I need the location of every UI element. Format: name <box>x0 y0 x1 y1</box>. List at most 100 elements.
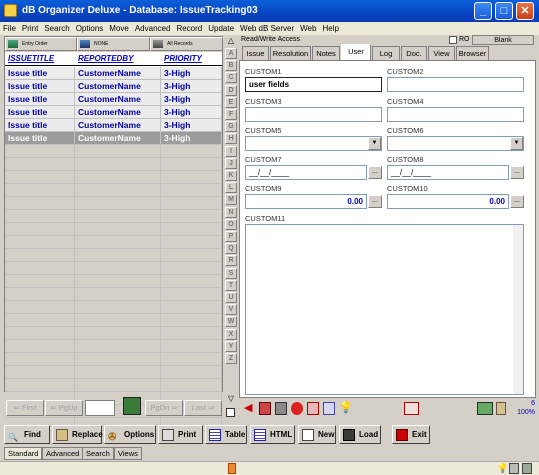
copy-record-icon[interactable] <box>291 402 303 415</box>
alpha-button-e[interactable]: E <box>225 96 237 108</box>
table-row[interactable] <box>5 184 222 197</box>
alpha-button-o[interactable]: O <box>225 218 237 230</box>
all-records-button[interactable]: All Records <box>150 37 223 51</box>
last-button[interactable]: Last ⇒ <box>184 400 222 416</box>
custom4-field[interactable] <box>387 107 524 122</box>
custom2-field[interactable] <box>387 77 524 92</box>
tab-browser[interactable]: Browser <box>456 46 489 61</box>
tab-issue[interactable]: Issue <box>242 46 269 61</box>
calculator-button[interactable]: ... <box>510 195 524 208</box>
table-row[interactable]: Issue title CustomerName 3-High <box>5 93 222 106</box>
alpha-button-g[interactable]: G <box>225 121 237 133</box>
menu-file[interactable]: File <box>0 22 19 35</box>
first-button[interactable]: ⇐ First <box>6 400 44 416</box>
table-row[interactable]: Issue title CustomerName 3-High <box>5 106 222 119</box>
table-button[interactable]: Table <box>205 425 247 444</box>
table-row[interactable] <box>5 327 222 340</box>
menu-search[interactable]: Search <box>41 22 72 35</box>
chevron-down-icon[interactable]: ▼ <box>510 137 523 150</box>
table-row[interactable] <box>5 353 222 366</box>
options-button[interactable]: ✇ Options <box>104 425 156 444</box>
table-row[interactable] <box>5 275 222 288</box>
alpha-button-s[interactable]: S <box>225 267 237 279</box>
custom7-date-field[interactable]: __/__/____ <box>245 165 367 180</box>
custom6-select[interactable]: ▼ <box>387 136 524 151</box>
alpha-button-h[interactable]: H <box>225 133 237 145</box>
report-status-icon[interactable] <box>509 463 519 474</box>
alpha-button-m[interactable]: M <box>225 194 237 206</box>
menu-move[interactable]: Move <box>106 22 132 35</box>
alpha-button-u[interactable]: U <box>225 292 237 303</box>
record-icon[interactable] <box>496 402 506 415</box>
custom10-number-field[interactable]: 0.00 <box>387 194 509 209</box>
replace-button[interactable]: Replace <box>52 425 103 444</box>
table-row[interactable] <box>5 262 222 275</box>
tab-resolution[interactable]: Resolution <box>270 46 311 61</box>
table-row[interactable]: Issue title CustomerName 3-High <box>5 132 222 145</box>
table-row[interactable] <box>5 197 222 210</box>
html-button[interactable]: HTML <box>250 425 295 444</box>
tab-view[interactable]: View <box>428 46 455 61</box>
alpha-button-t[interactable]: T <box>225 279 237 291</box>
memo-scrollbar[interactable] <box>513 225 523 394</box>
menu-print[interactable]: Print <box>19 22 41 35</box>
custom3-field[interactable] <box>245 107 382 122</box>
alpha-button-v[interactable]: V <box>225 304 237 316</box>
delete-icon[interactable] <box>275 402 287 415</box>
menu-help[interactable]: Help <box>319 22 341 35</box>
table-row[interactable] <box>5 249 222 262</box>
edit-record-icon[interactable] <box>307 402 319 415</box>
pgup-button[interactable]: ⇐ PgUp <box>45 400 83 416</box>
alpha-button-q[interactable]: Q <box>225 243 237 255</box>
column-header-priority[interactable]: PRIORITY <box>161 52 222 66</box>
column-header-reportedby[interactable]: REPORTEDBY <box>75 52 161 66</box>
print-record-icon[interactable] <box>259 402 271 415</box>
alpha-button-k[interactable]: K <box>225 170 237 181</box>
alpha-button-z[interactable]: Z <box>225 353 237 364</box>
calculator-button[interactable]: ... <box>368 195 382 208</box>
tab-doc[interactable]: Doc. <box>401 46 427 61</box>
tab-advanced[interactable]: Advanced <box>42 447 84 460</box>
tip-icon[interactable]: 💡 <box>497 463 508 474</box>
tab-standard[interactable]: Standard <box>4 447 43 460</box>
duplicate-icon[interactable] <box>323 402 335 415</box>
menu-web[interactable]: Web <box>297 22 319 35</box>
alpha-button-y[interactable]: Y <box>225 340 237 352</box>
exit-button[interactable]: Exit <box>392 425 430 444</box>
load-button[interactable]: Load <box>339 425 381 444</box>
alpha-button-r[interactable]: R <box>225 255 237 267</box>
custom11-memo[interactable] <box>245 224 524 395</box>
table-row[interactable]: Issue title CustomerName 3-High <box>5 67 222 80</box>
table-row[interactable] <box>5 314 222 327</box>
menu-options[interactable]: Options <box>73 22 107 35</box>
print-button[interactable]: Print <box>158 425 203 444</box>
custom8-date-field[interactable]: __/__/____ <box>387 165 509 180</box>
column-header-issuetitle[interactable]: ISSUETITLE <box>5 52 75 66</box>
table-row[interactable] <box>5 288 222 301</box>
alpha-button-j[interactable]: J <box>225 157 237 169</box>
tab-search[interactable]: Search <box>82 447 114 460</box>
goto-record-field[interactable] <box>85 400 115 416</box>
blank-button[interactable]: Blank <box>472 35 534 45</box>
table-row[interactable] <box>5 210 222 223</box>
tab-log[interactable]: Log <box>372 46 400 61</box>
menu-update[interactable]: Update <box>205 22 237 35</box>
records-grid[interactable]: ISSUETITLE REPORTEDBY PRIORITY Issue tit… <box>5 52 222 444</box>
custom1-field[interactable]: user fields <box>245 77 382 92</box>
table-row[interactable] <box>5 379 222 392</box>
alpha-button-a[interactable]: A <box>225 48 237 59</box>
table-row[interactable] <box>5 340 222 353</box>
table-row[interactable] <box>5 236 222 249</box>
lightbulb-icon[interactable]: 💡 <box>339 402 353 415</box>
filter-button[interactable]: NONE <box>77 37 150 51</box>
alpha-button-l[interactable]: L <box>225 182 237 194</box>
alpha-button-w[interactable]: W <box>225 316 237 328</box>
find-button[interactable]: 🔍 Find <box>4 425 50 444</box>
report-icon[interactable] <box>404 402 419 415</box>
new-button[interactable]: New <box>298 425 336 444</box>
custom9-number-field[interactable]: 0.00 <box>245 194 367 209</box>
menu-advanced[interactable]: Advanced <box>132 22 174 35</box>
table-row[interactable] <box>5 145 222 158</box>
close-button[interactable]: ✕ <box>516 2 534 20</box>
alpha-button-i[interactable]: I <box>225 145 237 157</box>
